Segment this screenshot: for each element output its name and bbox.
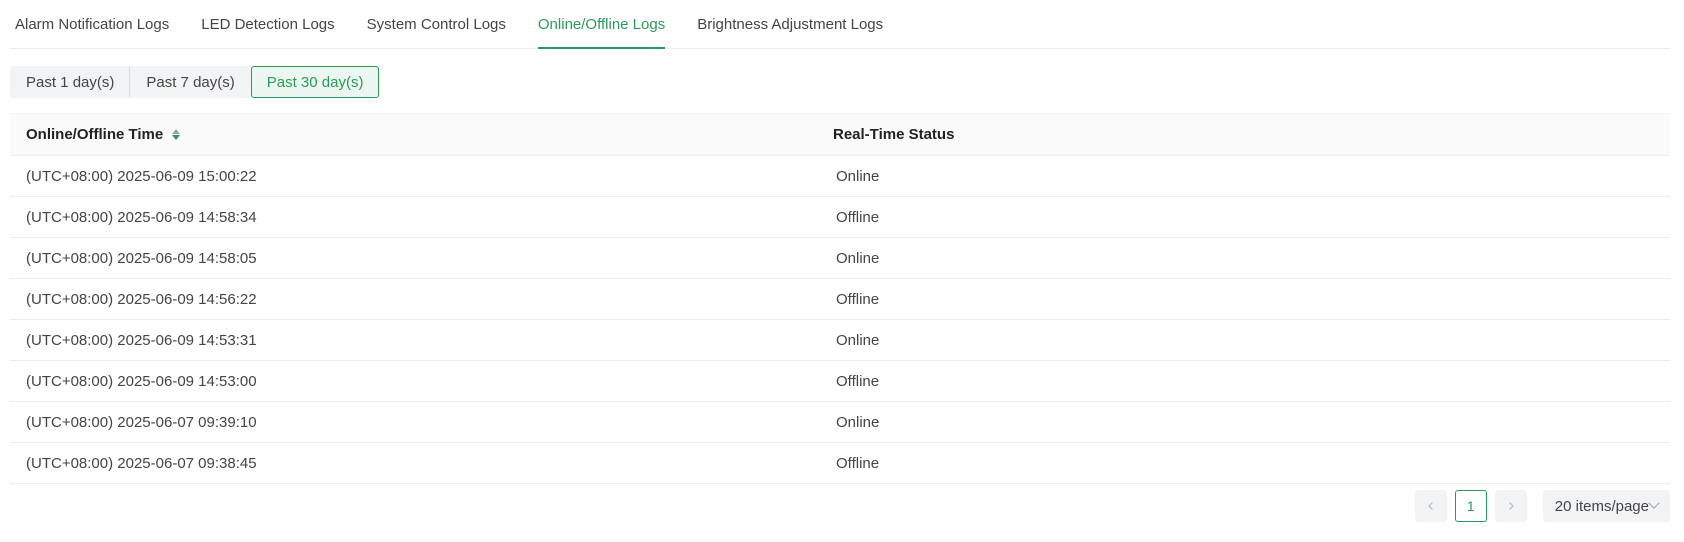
cell-time: (UTC+08:00) 2025-06-09 14:53:31	[26, 331, 257, 349]
page-size-select[interactable]: 20 items/page	[1542, 490, 1670, 522]
cell-status: Online	[836, 167, 880, 185]
table-row: (UTC+08:00) 2025-06-09 14:58:05 Online	[10, 238, 1670, 279]
chevron-right-icon	[1508, 502, 1514, 510]
cell-time: (UTC+08:00) 2025-06-09 15:00:22	[26, 167, 257, 185]
cell-status: Offline	[836, 372, 880, 390]
cell-status: Online	[836, 331, 880, 349]
table-row: (UTC+08:00) 2025-06-07 09:39:10 Online	[10, 402, 1670, 443]
table-row: (UTC+08:00) 2025-06-09 14:58:34 Offline	[10, 197, 1670, 238]
column-header-time-label: Online/Offline Time	[26, 126, 164, 143]
cell-status: Offline	[836, 208, 880, 226]
cell-time: (UTC+08:00) 2025-06-09 14:53:00	[26, 372, 257, 390]
page-size-label: 20 items/page	[1554, 497, 1649, 515]
log-type-tabs: Alarm Notification Logs LED Detection Lo…	[10, 0, 1670, 49]
cell-status: Offline	[836, 454, 880, 472]
cell-status: Online	[836, 413, 880, 431]
tab-system-control-logs[interactable]: System Control Logs	[351, 0, 522, 48]
column-header-status: Real-Time Status	[833, 126, 955, 143]
table-header: Online/Offline Time Real-Time Status	[10, 113, 1670, 156]
cell-time: (UTC+08:00) 2025-06-09 14:58:34	[26, 208, 257, 226]
sort-icon[interactable]	[172, 129, 181, 140]
table-row: (UTC+08:00) 2025-06-09 14:56:22 Offline	[10, 279, 1670, 320]
cell-time: (UTC+08:00) 2025-06-09 14:56:22	[26, 290, 257, 308]
logs-page: Alarm Notification Logs LED Detection Lo…	[0, 0, 1684, 542]
cell-status: Online	[836, 249, 880, 267]
cell-status: Offline	[836, 290, 880, 308]
column-header-time[interactable]: Online/Offline Time	[10, 126, 833, 143]
range-past-30-day-button[interactable]: Past 30 day(s)	[250, 66, 380, 98]
prev-page-button[interactable]	[1414, 490, 1447, 522]
cell-time: (UTC+08:00) 2025-06-07 09:39:10	[26, 413, 257, 431]
table-row: (UTC+08:00) 2025-06-09 14:53:31 Online	[10, 320, 1670, 361]
tab-online-offline-logs[interactable]: Online/Offline Logs	[522, 0, 681, 49]
chevron-left-icon	[1427, 502, 1433, 510]
range-past-1-day-button[interactable]: Past 1 day(s)	[10, 66, 131, 98]
cell-time: (UTC+08:00) 2025-06-09 14:58:05	[26, 249, 257, 267]
table-row: (UTC+08:00) 2025-06-07 09:38:45 Offline	[10, 443, 1670, 484]
tab-brightness-adjustment-logs[interactable]: Brightness Adjustment Logs	[681, 0, 899, 48]
tab-led-detection-logs[interactable]: LED Detection Logs	[185, 0, 350, 48]
page-number-button[interactable]: 1	[1454, 490, 1487, 522]
range-past-7-day-button[interactable]: Past 7 day(s)	[130, 66, 251, 98]
table-body: (UTC+08:00) 2025-06-09 15:00:22 Online (UT…	[10, 156, 1670, 484]
cell-time: (UTC+08:00) 2025-06-07 09:38:45	[26, 454, 257, 472]
tab-alarm-notification-logs[interactable]: Alarm Notification Logs	[10, 0, 185, 48]
time-range-selector: Past 1 day(s) Past 7 day(s) Past 30 day(…	[10, 66, 380, 98]
online-offline-log-table: Online/Offline Time Real-Time Status (UT…	[10, 113, 1670, 484]
next-page-button[interactable]	[1494, 490, 1527, 522]
chevron-down-icon	[1648, 497, 1660, 509]
table-row: (UTC+08:00) 2025-06-09 15:00:22 Online	[10, 156, 1670, 197]
table-row: (UTC+08:00) 2025-06-09 14:53:00 Offline	[10, 361, 1670, 402]
pagination: 1 20 items/page	[1414, 490, 1670, 522]
